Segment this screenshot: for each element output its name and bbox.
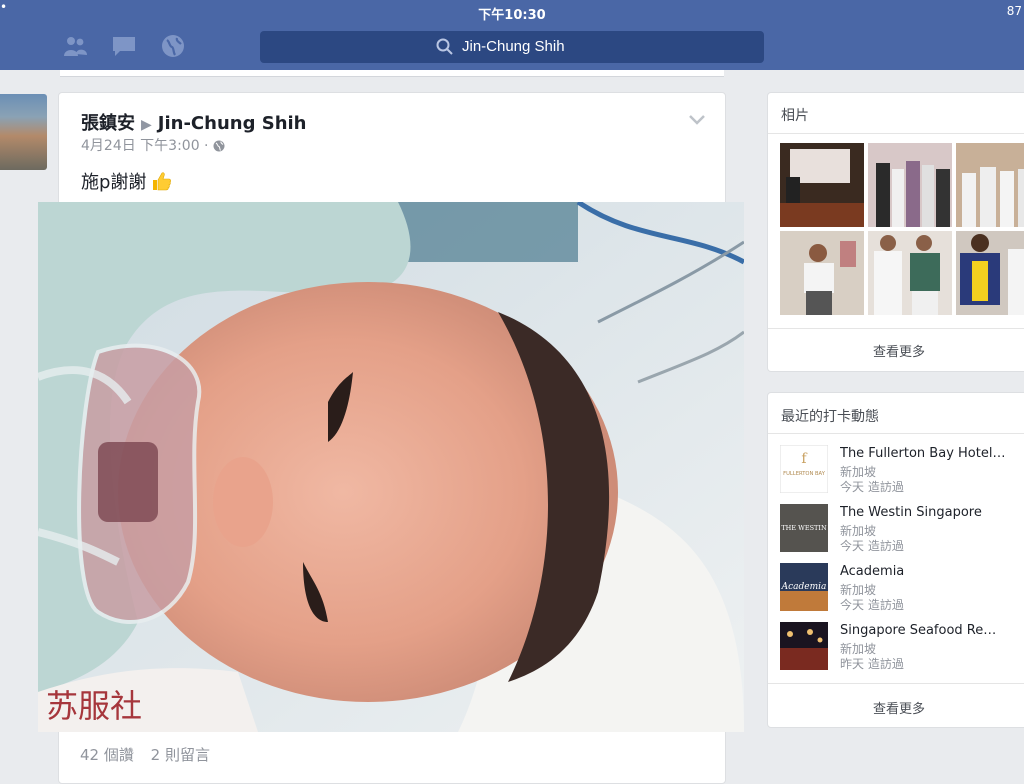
public-globe-icon xyxy=(213,140,225,152)
divider xyxy=(768,133,1024,134)
post-photo[interactable]: 苏服社 xyxy=(38,202,744,732)
svg-text:Academia: Academia xyxy=(781,582,827,592)
search-query: Jin-Chung Shih xyxy=(462,38,565,55)
likes-count[interactable]: 42 個讚 xyxy=(80,746,134,764)
fullerton-bay-logo: f FULLERTON BAY xyxy=(780,445,828,493)
academia-logo: Academia xyxy=(780,563,828,611)
svg-text:苏服社: 苏服社 xyxy=(46,687,142,725)
post-author[interactable]: 張鎮安 xyxy=(81,113,135,134)
post-message-text: 施p謝謝 xyxy=(81,172,147,193)
checkin-item[interactable]: f FULLERTON BAY The Fullerton Bay Hotel… … xyxy=(780,445,1024,497)
photo-thumbnail[interactable] xyxy=(780,143,864,227)
divider xyxy=(768,683,1024,684)
photo-thumbnail[interactable] xyxy=(868,143,952,227)
comments-count[interactable]: 2 則留言 xyxy=(151,746,210,764)
photos-panel-title: 相片 xyxy=(781,108,809,124)
arrow-right-icon: ▶ xyxy=(141,117,152,133)
post-meta: 4月24日 下午3:00 · xyxy=(81,135,225,155)
notifications-globe-icon[interactable] xyxy=(160,34,186,58)
checkin-item[interactable]: Singapore Seafood Re… 新加坡 昨天 造訪過 xyxy=(780,622,1024,674)
checkins-panel-title: 最近的打卡動態 xyxy=(781,409,879,425)
checkin-visited: 昨天 造訪過 xyxy=(840,657,904,671)
photo-thumbnail[interactable] xyxy=(780,231,864,315)
battery-level: 87 xyxy=(1006,4,1022,18)
checkin-visited: 今天 造訪過 xyxy=(840,539,904,553)
westin-logo: THE WESTIN xyxy=(780,504,828,552)
checkins-panel: 最近的打卡動態 f FULLERTON BAY The Fullerton Bay… xyxy=(767,392,1024,728)
photos-panel: 相片 查看更多 xyxy=(767,92,1024,372)
status-time: 下午10:30 xyxy=(478,8,546,23)
post-target[interactable]: Jin-Chung Shih xyxy=(158,113,307,134)
checkin-item[interactable]: THE WESTIN The Westin Singapore 新加坡 今天 造… xyxy=(780,504,1024,556)
previous-card-edge xyxy=(60,70,724,77)
photo-thumbnail[interactable] xyxy=(956,231,1024,315)
post-header: 張鎮安 ▶ Jin-Chung Shih xyxy=(81,109,307,135)
svg-text:THE WESTIN: THE WESTIN xyxy=(781,524,827,532)
divider xyxy=(768,328,1024,329)
post-message: 施p謝謝 xyxy=(81,168,172,194)
search-icon xyxy=(436,38,453,55)
checkin-name: Singapore Seafood Re… xyxy=(840,623,997,638)
post-engagement: 42 個讚 2 則留言 xyxy=(80,744,222,765)
thumbs-up-emoji-icon xyxy=(153,172,172,191)
search-bar[interactable]: Jin-Chung Shih xyxy=(260,31,764,63)
checkin-name: The Fullerton Bay Hotel… xyxy=(840,446,1006,461)
checkin-name: Academia xyxy=(840,564,905,579)
checkins-see-more-link[interactable]: 查看更多 xyxy=(768,698,1024,717)
photos-see-more-link[interactable]: 查看更多 xyxy=(768,341,1024,360)
divider xyxy=(768,433,1024,434)
top-navigation-bar: • 下午10:30 87 Jin-Chung Shih xyxy=(0,0,1024,70)
checkin-item[interactable]: Academia Academia 新加坡 今天 造訪過 xyxy=(780,563,1024,615)
checkin-name: The Westin Singapore xyxy=(840,505,982,520)
photo-thumbnail[interactable] xyxy=(868,231,952,315)
messages-icon[interactable] xyxy=(111,34,137,58)
post-date[interactable]: 4月24日 下午3:00 · xyxy=(81,138,209,154)
profile-photo-thumbnail[interactable] xyxy=(0,94,47,170)
seafood-restaurant-photo xyxy=(780,622,828,670)
checkin-visited: 今天 造訪過 xyxy=(840,598,904,612)
svg-text:FULLERTON BAY: FULLERTON BAY xyxy=(783,471,826,477)
checkin-visited: 今天 造訪過 xyxy=(840,480,904,494)
chevron-down-icon[interactable] xyxy=(689,115,705,125)
photo-thumbnail[interactable] xyxy=(956,143,1024,227)
friend-requests-icon[interactable] xyxy=(62,34,88,58)
